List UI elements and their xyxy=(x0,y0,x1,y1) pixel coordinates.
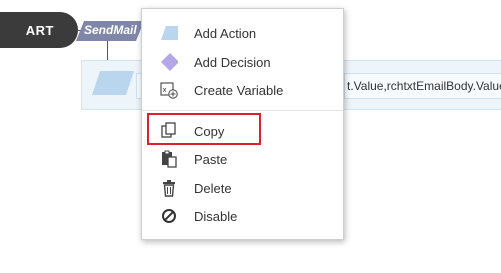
menu-item-delete[interactable]: Delete xyxy=(142,174,343,202)
menu-item-label: Add Decision xyxy=(194,54,271,70)
sendmail-node-label: SendMail xyxy=(84,23,137,37)
menu-item-label: Delete xyxy=(194,180,232,196)
paste-icon xyxy=(160,150,178,168)
menu-item-create-variable[interactable]: x Create Variable xyxy=(142,76,343,104)
variable-icon: x xyxy=(160,81,178,99)
menu-item-add-action[interactable]: Add Action xyxy=(142,19,343,47)
svg-text:x: x xyxy=(163,86,167,94)
menu-item-label: Disable xyxy=(194,208,238,224)
disable-icon xyxy=(160,207,178,225)
action-parallelogram-icon xyxy=(160,24,178,42)
expression-field[interactable]: t.Value,rchtxtEmailBody.Value xyxy=(344,73,501,99)
sendmail-node[interactable]: SendMail xyxy=(76,21,144,41)
copy-highlight-annotation xyxy=(147,113,261,145)
start-node-label: ART xyxy=(25,22,54,38)
trash-icon xyxy=(160,179,178,197)
action-parallelogram-icon xyxy=(92,71,134,95)
menu-item-label: Add Action xyxy=(194,25,257,41)
decision-diamond-icon xyxy=(160,53,178,71)
menu-item-add-decision[interactable]: Add Decision xyxy=(142,48,343,76)
menu-divider xyxy=(142,110,343,111)
expression-text: t.Value,rchtxtEmailBody.Value xyxy=(347,79,501,93)
start-node[interactable]: ART xyxy=(0,12,78,48)
menu-item-label: Create Variable xyxy=(194,82,284,98)
menu-item-paste[interactable]: Paste xyxy=(142,145,343,173)
menu-item-disable[interactable]: Disable xyxy=(142,202,343,230)
menu-item-label: Paste xyxy=(194,151,228,167)
